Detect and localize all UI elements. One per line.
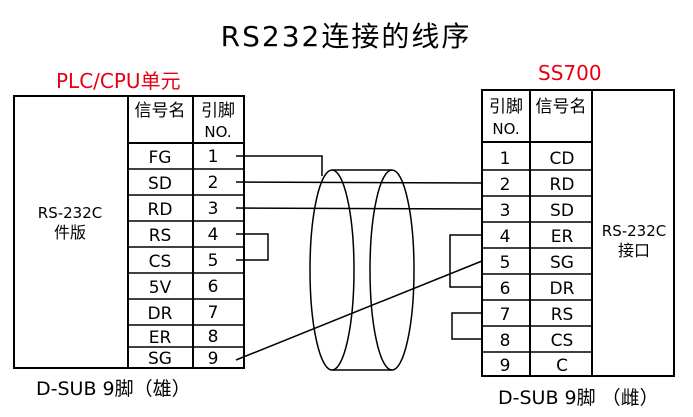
left-row-signal: SG	[148, 349, 172, 369]
right-row-signal: CD	[550, 149, 575, 169]
right-row-pin: 9	[500, 356, 511, 376]
wire-sd-to-rd	[235, 181, 483, 184]
rs232-wiring-diagram: RS232连接的线序 PLC/CPU单元 RS-232C 件版 信号名 引脚 N…	[13, 20, 675, 409]
loopback-rs-cs-right	[451, 312, 482, 340]
right-board-label: RS-232C	[602, 222, 666, 240]
fg-shield-wire	[236, 155, 323, 176]
cable-shield-right-ellipse	[369, 169, 415, 371]
left-row-pin: 1	[208, 147, 219, 167]
right-row-signal: SD	[550, 201, 574, 221]
left-row-pin: 2	[208, 173, 219, 193]
wire-sg-to-sg	[235, 260, 483, 361]
right-row-pin: 6	[500, 279, 511, 299]
left-col-pin-header: 引脚	[201, 101, 235, 121]
left-row-signal: DR	[148, 304, 173, 324]
left-footer: D-SUB 9脚（雄）	[36, 378, 191, 400]
right-row-signal: CS	[551, 331, 574, 351]
right-row-pin: 3	[500, 201, 511, 221]
right-row-signal: ER	[551, 227, 574, 247]
right-row-pin: 8	[500, 331, 511, 351]
right-row-signal: SG	[550, 253, 574, 273]
left-row-pin: 6	[208, 277, 219, 297]
left-row-signal: 5V	[149, 278, 172, 298]
right-row-pin: 4	[500, 227, 511, 247]
right-row-signal: C	[556, 356, 568, 376]
right-row-signal: RD	[550, 175, 575, 195]
left-row-signal: FG	[149, 148, 172, 168]
right-board-label-2: 接口	[618, 241, 650, 260]
left-row-signal: CS	[149, 252, 172, 272]
loopback-er-dr-right	[449, 234, 482, 288]
right-col-signal-header: 信号名	[536, 97, 587, 117]
left-board-label: RS-232C	[38, 204, 102, 222]
right-header: SS700	[538, 61, 602, 85]
right-row-signal: RS	[551, 305, 574, 325]
left-row-pin: 8	[208, 327, 219, 347]
right-row-pin: 1	[500, 149, 511, 169]
left-row-signal: ER	[149, 328, 172, 348]
left-board-label-2: 件版	[54, 223, 86, 242]
diagram-title: RS232连接的线序	[221, 20, 472, 53]
left-row-pin: 5	[208, 251, 219, 271]
wiring	[235, 155, 483, 371]
left-row-pin: 3	[208, 199, 219, 219]
right-row-pin: 2	[500, 175, 511, 195]
left-row-pin: 9	[208, 349, 219, 369]
left-row-signal: RS	[149, 226, 172, 246]
wire-rd-to-sd	[235, 207, 483, 210]
right-col-pin-header-2: NO.	[492, 120, 519, 138]
left-row-pin: 4	[208, 225, 219, 245]
right-footer: D-SUB 9脚 （雌）	[498, 387, 659, 409]
right-row-pin: 7	[500, 305, 511, 325]
left-row-signal: RD	[148, 200, 173, 220]
left-col-signal-header: 信号名	[135, 101, 186, 121]
right-row-pin: 5	[500, 253, 511, 273]
cable-shield-left-ellipse	[309, 169, 355, 371]
left-row-signal: SD	[148, 174, 172, 194]
right-col-pin-header: 引脚	[489, 97, 523, 117]
left-header: PLC/CPU单元	[56, 69, 181, 93]
left-col-pin-header-2: NO.	[204, 123, 231, 141]
left-row-pin: 7	[208, 303, 219, 323]
right-row-signal: DR	[550, 279, 575, 299]
